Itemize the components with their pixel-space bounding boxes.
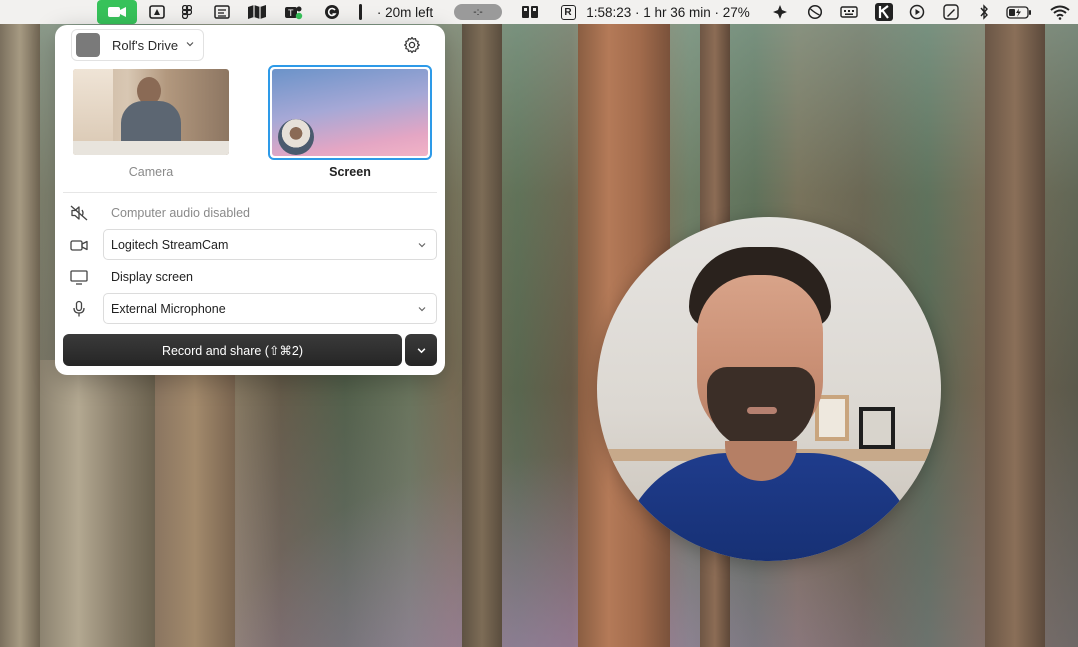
- pill-icon: -:-: [454, 4, 502, 20]
- notes-menu-item[interactable]: [212, 0, 232, 24]
- teams-menu-item[interactable]: T: [283, 0, 305, 24]
- divider-icon: [358, 4, 362, 20]
- bluetooth-menu-item[interactable]: [975, 0, 993, 24]
- display-screen-label: Display screen: [111, 270, 193, 284]
- play-icon: [909, 4, 925, 20]
- circle-menu-item[interactable]: [805, 0, 825, 24]
- maps-icon: [248, 5, 266, 19]
- figma-menu-item[interactable]: [178, 0, 196, 24]
- wallpaper-trunk: [985, 24, 1045, 647]
- keyboard-icon: [840, 6, 858, 18]
- notes-icon: [214, 5, 230, 19]
- webcam-bubble[interactable]: [597, 217, 941, 561]
- record-and-share-button[interactable]: Record and share (⇧⌘2): [63, 334, 402, 366]
- time-left-text[interactable]: · 20m left: [372, 0, 438, 24]
- figma-icon: [182, 5, 192, 19]
- wallpaper-trunk: [155, 360, 235, 647]
- webcam-frame: [859, 407, 895, 449]
- pen-menu-item[interactable]: [940, 0, 962, 24]
- webcam-frame: [815, 395, 849, 441]
- chevron-down-icon: [417, 347, 425, 353]
- bluetooth-icon: [980, 4, 988, 20]
- r-icon: R: [560, 4, 576, 20]
- chevron-down-icon: [418, 307, 426, 312]
- wallpaper-trunk: [40, 360, 155, 647]
- chevron-down-icon: [418, 243, 426, 248]
- recording-panel: Rolf's Drive Camera Screen Computer audi…: [55, 25, 445, 375]
- battery-status-text[interactable]: 1:58:23 · 1 hr 36 min · 27%: [583, 0, 753, 24]
- drive-icon: [149, 5, 165, 19]
- r-menu-item[interactable]: R: [558, 0, 578, 24]
- camera-thumb-desk: [73, 141, 229, 155]
- battery-menu-item[interactable]: [1005, 0, 1033, 24]
- drive-label: Rolf's Drive: [112, 37, 179, 53]
- screen-thumb-preview: [272, 69, 428, 156]
- screen-source-label: Screen: [329, 165, 371, 179]
- camera-source-label: Camera: [128, 165, 174, 179]
- camera-source-thumbnail[interactable]: [73, 69, 229, 155]
- keyboard-menu-item[interactable]: [838, 0, 860, 24]
- cursor-icon: [773, 5, 787, 19]
- k-menu-item[interactable]: [874, 0, 894, 24]
- grammarly-menu-item[interactable]: [322, 0, 342, 24]
- drive-avatar: [76, 33, 100, 57]
- camera-select-value: Logitech StreamCam: [111, 237, 229, 252]
- audio-status-label: Computer audio disabled: [111, 206, 250, 220]
- cursor-menu-item[interactable]: [770, 0, 790, 24]
- battery-icon: [1006, 5, 1031, 19]
- svg-text:T: T: [288, 8, 294, 18]
- webcam-person-mouth: [747, 407, 777, 414]
- maps-menu-item[interactable]: [246, 0, 268, 24]
- wallpaper-trunk: [462, 24, 502, 647]
- drive-menu-item[interactable]: [147, 0, 167, 24]
- wifi-menu-item[interactable]: [1048, 0, 1072, 24]
- circle-icon: [807, 4, 823, 20]
- camera-icon: [108, 7, 126, 17]
- screen-thumb-bubble: [278, 119, 314, 155]
- menubar-divider: [356, 0, 364, 24]
- microphone-icon: [73, 300, 85, 317]
- camera-menu-item[interactable]: [97, 0, 137, 24]
- k-icon: [875, 3, 893, 21]
- microphone-select[interactable]: External Microphone: [103, 293, 437, 324]
- pen-icon: [943, 4, 959, 20]
- display-icon: [70, 270, 88, 285]
- gear-icon[interactable]: [403, 36, 421, 54]
- pill-menu-item[interactable]: -:-: [453, 0, 503, 24]
- teams-icon: T: [285, 6, 303, 20]
- grammarly-icon: [325, 5, 339, 19]
- books-menu-item[interactable]: [519, 0, 541, 24]
- drive-selector[interactable]: Rolf's Drive: [71, 29, 204, 61]
- books-icon: [522, 6, 538, 18]
- wallpaper-trunk: [0, 24, 40, 647]
- play-menu-item[interactable]: [907, 0, 927, 24]
- screen-source-thumbnail[interactable]: [268, 65, 432, 160]
- video-camera-icon: [70, 240, 88, 251]
- microphone-select-value: External Microphone: [111, 301, 226, 316]
- record-options-button[interactable]: [405, 334, 437, 366]
- panel-divider: [63, 192, 437, 193]
- chevron-down-icon: [186, 40, 194, 51]
- wifi-icon: [1050, 5, 1070, 20]
- speaker-muted-icon[interactable]: [69, 204, 89, 222]
- camera-select[interactable]: Logitech StreamCam: [103, 229, 437, 260]
- menu-bar: T · 20m left -:- R 1:58:23 · 1 hr 36 min…: [0, 0, 1078, 24]
